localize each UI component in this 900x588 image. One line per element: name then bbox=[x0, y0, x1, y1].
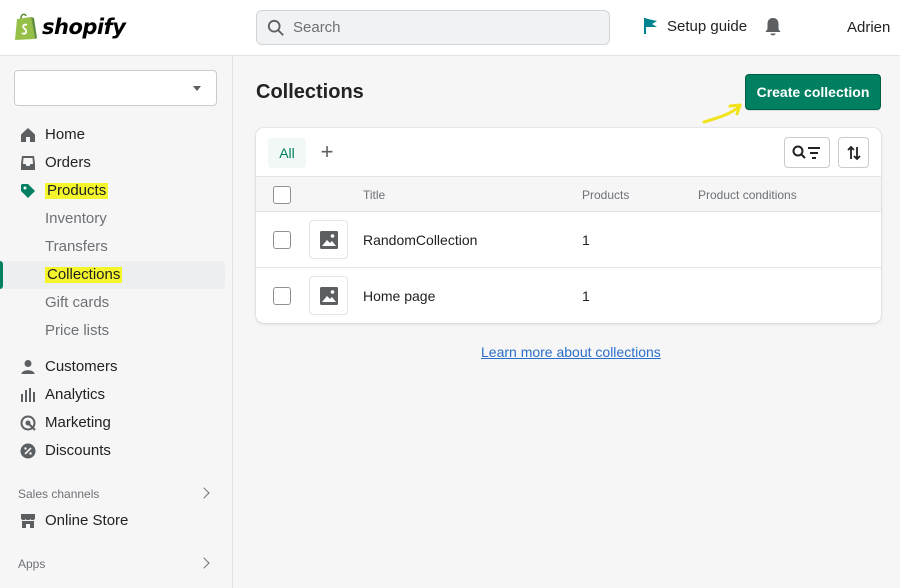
create-collection-button[interactable]: Create collection bbox=[745, 74, 881, 110]
collection-thumbnail bbox=[309, 220, 348, 259]
image-placeholder-icon bbox=[319, 230, 338, 249]
sidebar-item-label: Orders bbox=[45, 154, 91, 171]
sidebar-item-label: Price lists bbox=[45, 322, 110, 339]
page-title: Collections bbox=[256, 81, 364, 103]
sidebar-item-collections[interactable]: Collections bbox=[0, 261, 225, 289]
collection-title[interactable]: RandomCollection bbox=[363, 232, 477, 248]
product-count: 1 bbox=[582, 232, 590, 248]
sidebar-item-label: Online Store bbox=[45, 512, 129, 529]
column-products[interactable]: Products bbox=[582, 188, 629, 202]
column-title[interactable]: Title bbox=[363, 188, 385, 202]
select-all-checkbox[interactable] bbox=[273, 186, 291, 204]
store-selector[interactable] bbox=[14, 70, 217, 106]
sidebar-item-price-lists[interactable]: Price lists bbox=[0, 317, 225, 345]
sidebar-item-label: Inventory bbox=[45, 210, 107, 227]
product-count: 1 bbox=[582, 288, 590, 304]
sidebar-item-inventory[interactable]: Inventory bbox=[0, 205, 225, 233]
image-placeholder-icon bbox=[319, 286, 338, 305]
sidebar-item-marketing[interactable]: Marketing bbox=[0, 409, 225, 437]
sidebar-item-customers[interactable]: Customers bbox=[0, 353, 225, 381]
search-input[interactable] bbox=[293, 19, 593, 36]
sidebar-item-label: Home bbox=[45, 126, 86, 143]
shopify-bag-icon bbox=[15, 13, 37, 40]
apps-heading: Apps bbox=[18, 557, 46, 571]
tag-icon bbox=[21, 184, 35, 198]
sidebar: Home Orders Products Inventory Transfers… bbox=[0, 56, 233, 588]
sidebar-item-label: Gift cards bbox=[45, 294, 110, 311]
annotation-arrow-icon bbox=[702, 103, 742, 124]
target-icon bbox=[20, 415, 36, 431]
chevron-right-icon[interactable] bbox=[198, 487, 210, 499]
sidebar-item-transfers[interactable]: Transfers bbox=[0, 233, 225, 261]
search-filter-icon bbox=[792, 145, 820, 159]
setup-guide-link[interactable]: Setup guide bbox=[643, 17, 747, 35]
sidebar-item-online-store[interactable]: Online Store bbox=[0, 507, 225, 535]
sales-channels-heading: Sales channels bbox=[18, 487, 100, 501]
learn-more-link[interactable]: Learn more about collections bbox=[481, 344, 661, 360]
active-indicator bbox=[0, 261, 3, 289]
logo-wordmark: shopify bbox=[42, 15, 126, 39]
store-icon bbox=[21, 514, 35, 528]
table-row[interactable]: RandomCollection 1 bbox=[256, 212, 881, 268]
table-row[interactable]: Home page 1 bbox=[256, 268, 881, 323]
shopify-logo[interactable]: shopify bbox=[14, 12, 126, 42]
sidebar-item-label: Marketing bbox=[45, 414, 111, 431]
collection-thumbnail bbox=[309, 276, 348, 315]
sidebar-item-discounts[interactable]: Discounts bbox=[0, 437, 225, 465]
search-filter-button[interactable] bbox=[784, 137, 830, 168]
setup-guide-label: Setup guide bbox=[667, 17, 748, 35]
user-menu[interactable]: Adrien bbox=[847, 19, 890, 36]
sidebar-item-orders[interactable]: Orders bbox=[0, 149, 225, 177]
sidebar-item-gift-cards[interactable]: Gift cards bbox=[0, 289, 225, 317]
row-checkbox[interactable] bbox=[273, 287, 291, 305]
sidebar-item-label: Collections bbox=[45, 266, 123, 283]
search-icon bbox=[267, 19, 284, 36]
person-icon bbox=[21, 360, 35, 374]
caret-down-icon bbox=[193, 86, 201, 91]
table-header: Title Products Product conditions bbox=[256, 176, 881, 212]
chevron-right-icon[interactable] bbox=[198, 557, 210, 569]
sidebar-item-products[interactable]: Products bbox=[0, 177, 225, 205]
sidebar-item-label: Transfers bbox=[45, 238, 108, 255]
sidebar-item-home[interactable]: Home bbox=[0, 121, 225, 149]
collections-card: All + Title Products Product conditions bbox=[256, 128, 881, 323]
sidebar-item-label: Customers bbox=[45, 358, 118, 375]
sort-button[interactable] bbox=[838, 137, 869, 168]
column-product-conditions[interactable]: Product conditions bbox=[698, 188, 797, 202]
filter-tabs: All + bbox=[256, 128, 881, 176]
notifications-button[interactable] bbox=[764, 17, 782, 42]
tab-all[interactable]: All bbox=[268, 138, 306, 168]
bar-chart-icon bbox=[21, 388, 35, 402]
row-checkbox[interactable] bbox=[273, 231, 291, 249]
sidebar-item-label: Discounts bbox=[45, 442, 111, 459]
sort-icon bbox=[846, 145, 861, 160]
search-bar[interactable] bbox=[256, 10, 610, 45]
discount-icon bbox=[20, 443, 36, 459]
inbox-icon bbox=[21, 156, 35, 170]
bell-icon bbox=[765, 18, 781, 36]
collection-title[interactable]: Home page bbox=[363, 288, 435, 304]
add-view-button[interactable]: + bbox=[316, 140, 338, 164]
flag-icon bbox=[644, 18, 657, 34]
top-bar: shopify Setup guide Adrien bbox=[0, 0, 900, 56]
sidebar-item-label: Analytics bbox=[45, 386, 106, 403]
sidebar-item-analytics[interactable]: Analytics bbox=[0, 381, 225, 409]
home-icon bbox=[21, 128, 35, 142]
sidebar-item-label: Products bbox=[45, 182, 109, 199]
